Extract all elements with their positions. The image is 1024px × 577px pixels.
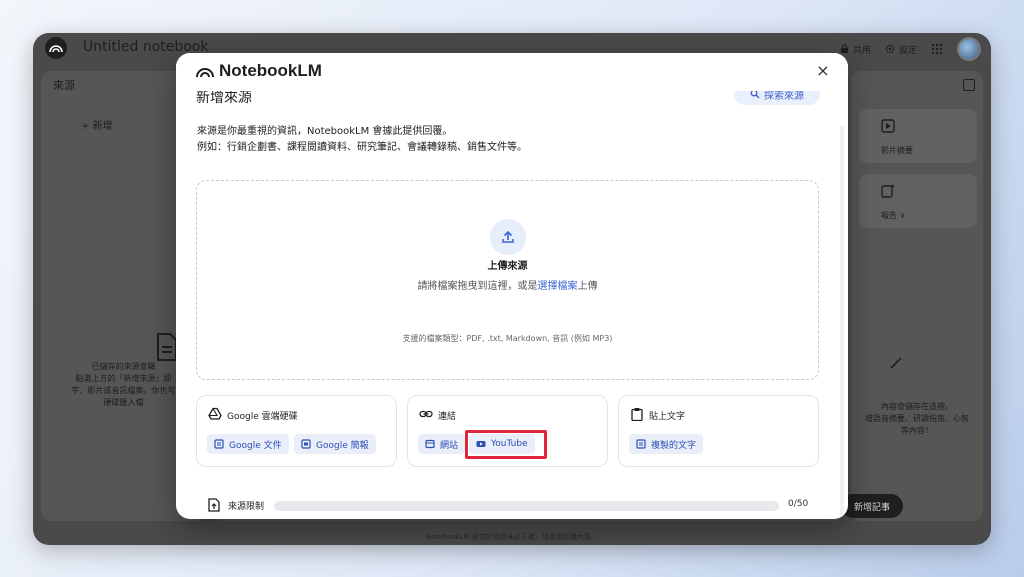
add-note-label: 新增記事 [853,502,890,513]
upload-icon [502,230,514,243]
video-icon [881,119,895,133]
report-card[interactable]: 報告 ∨ [859,174,977,228]
copied-text-chip[interactable]: 複製的文字 [629,434,704,454]
youtube-highlight-box [465,430,547,459]
copied-text-icon [636,439,646,449]
upload-button[interactable] [490,219,526,255]
paste-text-title: 貼上文字 [649,412,686,422]
source-limit-label: 來源限制 [228,502,265,512]
google-drive-card: Google 雲端硬碟 Google 文件 Google 簡報 [196,395,397,467]
website-label: 網站 [440,440,459,451]
paste-text-card: 貼上文字 複製的文字 [618,395,819,467]
upload-hint: 請將檔案拖曳到這裡，或是選擇檔案上傳 [197,277,818,292]
magic-wand-icon [890,357,902,369]
dialog-brand: NotebookLM [219,61,322,80]
source-limit-row: 來源限制 0/50 [196,496,816,516]
source-limit-progress [274,501,779,511]
video-overview-card[interactable]: 影片摘要 [859,109,977,163]
copied-text-label: 複製的文字 [651,440,697,451]
dialog-scrollbar[interactable] [840,125,844,519]
add-source-dialog: 新增來源 探索來源 來源是你最重視的資訊，NotebookLM 會據此提供回覆。… [176,53,848,519]
link-card: 連結 網站 YouTube [407,395,608,467]
panel-toggle-icon[interactable] [963,79,975,91]
apps-grid-icon[interactable] [931,43,943,55]
footer-disclaimer: NotebookLM 提供的資訊未必正確，請查證回覆內容。 [426,533,598,541]
source-limit-count: 0/50 [788,499,809,509]
report-icon [881,184,895,198]
link-title: 連結 [438,412,457,422]
google-slides-icon [301,439,311,449]
upload-dropzone[interactable]: 上傳來源 請將檔案拖曳到這裡，或是選擇檔案上傳 支援的檔案類型：PDF, .tx… [196,180,819,380]
studio-empty-line: 增語音摘要、研讀指南、心智 [865,414,969,423]
clipboard-icon [631,408,643,421]
upload-file-icon [208,498,220,512]
choose-file-link[interactable]: 選擇檔案 [538,281,578,292]
dialog-intro: 來源是你最重視的資訊，NotebookLM 會據此提供回覆。 例如：行銷企劃書、… [197,124,527,156]
website-chip[interactable]: 網站 [418,434,466,454]
upload-hint-after: 上傳 [577,281,598,292]
add-label: 新增 [92,121,113,132]
google-drive-title: Google 雲端硬碟 [227,412,298,422]
right-card-label: 報告 ∨ [881,211,906,220]
add-source-button[interactable]: + 新增 [81,117,113,132]
close-icon[interactable]: × [814,62,832,80]
document-icon [157,333,177,361]
dialog-header: NotebookLM × [176,53,848,91]
upload-hint-before: 請將檔案拖曳到這裡，或是 [417,281,538,292]
google-drive-icon [208,407,222,420]
google-docs-chip[interactable]: Google 文件 [207,434,289,454]
upload-title: 上傳來源 [487,261,528,272]
settings-button[interactable]: 設定 [885,43,917,56]
website-icon [425,439,435,449]
add-note-button[interactable]: 新增記事 [841,494,903,518]
studio-empty-text: 內容會儲存在這裡。 增語音摘要、研讀指南、心智 等內容！ [851,401,983,437]
intro-line: 來源是你最重視的資訊，NotebookLM 會據此提供回覆。 [197,126,453,137]
dialog-body: 新增來源 探索來源 來源是你最重視的資訊，NotebookLM 會據此提供回覆。… [176,83,848,519]
share-label: 共用 [852,45,871,56]
notebooklm-brand-icon [196,68,214,78]
settings-label: 設定 [898,45,917,56]
google-docs-label: Google 文件 [229,440,282,451]
google-slides-label: Google 簡報 [316,440,369,451]
link-icon [419,410,433,418]
google-slides-chip[interactable]: Google 簡報 [294,434,376,454]
supported-filetypes: 支援的檔案類型：PDF, .txt, Markdown, 音訊 (例如 MP3) [402,334,613,343]
studio-panel: 影片摘要 報告 ∨ 內容會儲存在這裡。 增語音摘要、研讀指南、心智 等內容！ [851,71,983,521]
sources-panel-title: 來源 [53,79,75,92]
studio-empty-line: 內容會儲存在這裡。 [881,402,953,411]
google-docs-icon [214,439,224,449]
top-actions: 共用 設定 [840,37,981,61]
notebooklm-logo-icon[interactable] [45,37,67,59]
right-card-label: 影片摘要 [881,146,913,155]
gear-icon [885,44,895,54]
studio-empty-line: 等內容！ [901,426,933,435]
intro-line: 例如：行銷企劃書、課程閱讀資料、研究筆記、會議轉錄稿、銷售文件等。 [197,142,527,153]
avatar[interactable] [957,37,981,61]
